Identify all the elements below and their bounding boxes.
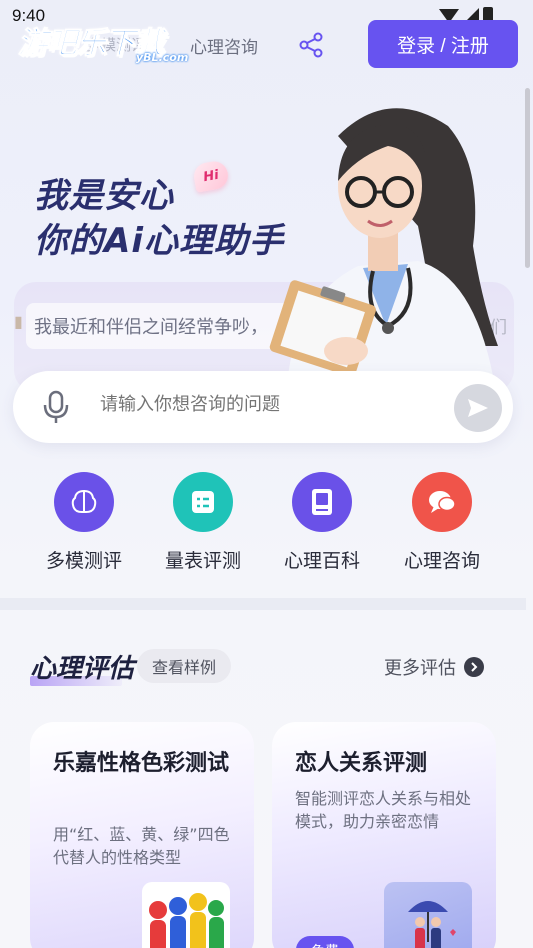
send-icon bbox=[468, 399, 488, 417]
quick-action-counseling[interactable]: 心理咨询 bbox=[392, 472, 492, 582]
card-description: 智能测评恋人关系与相处模式，助力亲密恋情 bbox=[295, 789, 472, 831]
send-button[interactable] bbox=[454, 384, 502, 432]
section-title: 心理评估 bbox=[30, 654, 135, 684]
question-input[interactable] bbox=[100, 394, 400, 415]
section-divider bbox=[0, 598, 526, 610]
assessment-card-personality-color[interactable]: 乐嘉性格色彩测试 用“红、蓝、黄、绿”四色代替人的性格类型 bbox=[30, 722, 254, 948]
quick-action-label: 心理百科 bbox=[283, 550, 360, 572]
book-icon bbox=[292, 472, 352, 532]
hero-title-line1: 我是安心 bbox=[34, 176, 174, 216]
quick-action-label: 心理咨询 bbox=[403, 550, 480, 572]
brain-icon bbox=[54, 472, 114, 532]
more-assessments-link[interactable]: 更多评估 bbox=[384, 654, 484, 680]
more-assessments-label: 更多评估 bbox=[384, 658, 456, 679]
app-screen: 9:40 多模测评 游吧乐下载 yBL.com 心理咨询 登录 / 注册 ▮ 我… bbox=[0, 0, 533, 948]
chat-bubbles-icon bbox=[412, 472, 472, 532]
watermark-logo: 游吧乐下载 yBL.com bbox=[18, 18, 189, 70]
quick-action-label: 多模测评 bbox=[45, 550, 122, 572]
hero-title-line2: 你的Ai心理助手 bbox=[34, 221, 284, 261]
card-title: 恋人关系评测 bbox=[295, 751, 428, 776]
couple-umbrella-image bbox=[384, 882, 472, 948]
logo-domain: yBL.com bbox=[136, 51, 189, 64]
scrollbar[interactable] bbox=[525, 88, 530, 268]
login-register-button[interactable]: 登录 / 注册 bbox=[368, 20, 518, 68]
card-description: 用“红、蓝、黄、绿”四色代替人的性格类型 bbox=[53, 825, 230, 867]
suggestion-edge-left: ▮ bbox=[14, 312, 23, 331]
assistant-doctor-illustration bbox=[269, 108, 498, 376]
quick-action-multimodal[interactable]: 多模测评 bbox=[34, 472, 134, 582]
quick-action-scale[interactable]: 量表评测 bbox=[153, 472, 253, 582]
view-sample-button[interactable]: 查看样例 bbox=[137, 649, 231, 683]
assessment-card-couple-relationship[interactable]: 恋人关系评测 智能测评恋人关系与相处模式，助力亲密恋情 免费 bbox=[272, 722, 496, 948]
quick-action-encyclopedia[interactable]: 心理百科 bbox=[272, 472, 372, 582]
free-badge: 免费 bbox=[296, 936, 354, 948]
checklist-icon bbox=[173, 472, 233, 532]
card-title: 乐嘉性格色彩测试 bbox=[53, 751, 230, 776]
quick-action-label: 量表评测 bbox=[164, 550, 241, 572]
microphone-icon[interactable] bbox=[42, 390, 70, 424]
hi-badge: Hi bbox=[191, 159, 231, 193]
chevron-right-icon bbox=[464, 657, 484, 677]
nav-counseling[interactable]: 心理咨询 bbox=[190, 33, 258, 58]
share-icon[interactable] bbox=[298, 32, 324, 58]
color-figures-image bbox=[142, 882, 230, 948]
